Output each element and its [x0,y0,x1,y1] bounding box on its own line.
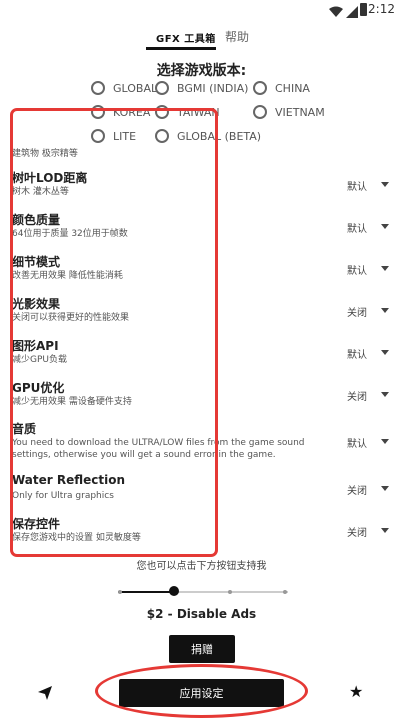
setting-value[interactable]: 关闭 [347,524,367,539]
radio-circle [91,105,105,119]
setting-graphics-api[interactable]: 图形API 减少GPU负载 默认 [0,337,403,377]
caret-down-icon[interactable] [381,308,389,313]
tab-indicator [146,47,216,50]
setting-desc: You need to download the ULTRA/LOW files… [12,438,305,460]
setting-title: 树叶LOD距离 [12,171,88,185]
setting-desc: 改善无用效果 降低性能消耗 [12,271,123,281]
radio-china[interactable]: CHINA [253,81,310,95]
radio-label: CHINA [275,81,310,95]
caret-down-icon[interactable] [381,350,389,355]
tab-gfx-tools[interactable]: GFX 工具箱 [156,30,216,45]
radio-label: BGMI (INDIA) [177,81,249,95]
price-label: $2 - Disable Ads [146,607,257,621]
radio-circle [155,129,169,143]
setting-value[interactable]: 默认 [347,220,367,235]
setting-desc: 树木 灌木丛等 [12,187,69,197]
setting-title: Water Reflection [12,473,126,487]
setting-title: GPU优化 [12,381,65,395]
setting-desc: Only for Ultra graphics [12,491,114,501]
radio-korea[interactable]: KOREA [91,105,150,119]
setting-title: 音质 [12,422,37,436]
setting-value[interactable]: 关闭 [347,304,367,319]
setting-value[interactable]: 关闭 [347,482,367,497]
setting-value[interactable]: 默认 [347,346,367,361]
radio-circle [91,129,105,143]
caret-down-icon[interactable] [381,528,389,533]
setting-desc: 关闭可以获得更好的性能效果 [12,313,130,323]
radio-lite[interactable]: LITE [91,129,136,143]
setting-title: 图形API [12,339,59,353]
version-section-title: 选择游戏版本: [156,63,247,79]
setting-title: 保存控件 [12,517,61,531]
radio-label: LITE [113,129,137,143]
status-time: 2:12 [368,2,395,16]
caret-down-icon[interactable] [381,392,389,397]
setting-water-reflection[interactable]: Water Reflection Only for Ultra graphics… [0,473,403,513]
slider-thumb[interactable] [169,586,179,596]
radio-global-beta[interactable]: GLOBAL (BETA) [155,129,261,143]
tab-help[interactable]: 帮助 [225,28,249,45]
setting-sound-quality[interactable]: 音质 You need to download the ULTRA/LOW fi… [0,420,403,466]
setting-color-quality[interactable]: 颜色质量 64位用于质量 32位用于帧数 默认 [0,211,403,251]
radio-vietnam[interactable]: VIETNAM [253,105,325,119]
slider-tick [228,590,232,594]
caret-down-icon[interactable] [381,224,389,229]
radio-label: GLOBAL (BETA) [177,129,262,143]
wifi-icon [329,3,343,22]
battery-icon [360,3,367,16]
radio-label: TAIWAN [177,105,220,119]
slider-fill [118,591,174,593]
radio-label: GLOBAL [113,81,158,95]
partial-setting-desc: 建筑物 极宗精等 [12,149,78,159]
setting-value[interactable]: 默认 [347,178,367,193]
radio-global[interactable]: GLOBAL [91,81,157,95]
setting-foliage-lod[interactable]: 树叶LOD距离 树木 灌木丛等 默认 [0,169,403,209]
caret-down-icon[interactable] [381,486,389,491]
setting-value[interactable]: 默认 [347,262,367,277]
send-icon[interactable] [38,685,52,704]
setting-desc: 保存您游戏中的设置 如灵敏度等 [12,533,141,543]
setting-title: 细节模式 [12,255,61,269]
caret-down-icon[interactable] [381,182,389,187]
donate-button[interactable]: 捐赠 [169,635,235,663]
radio-label: VIETNAM [275,105,325,119]
setting-gpu-optimization[interactable]: GPU优化 减少无用效果 需设备硬件支持 关闭 [0,379,403,419]
setting-title: 光影效果 [12,297,61,311]
setting-value[interactable]: 关闭 [347,388,367,403]
setting-shadows[interactable]: 光影效果 关闭可以获得更好的性能效果 关闭 [0,295,403,335]
support-text: 您也可以点击下方按钮支持我 [136,561,267,572]
signal-icon [346,3,358,22]
radio-label: KOREA [113,105,151,119]
setting-save-controls[interactable]: 保存控件 保存您游戏中的设置 如灵敏度等 关闭 [0,515,403,555]
apply-settings-button[interactable]: 应用设定 [119,679,284,707]
radio-bgmi-india[interactable]: BGMI (INDIA) [155,81,248,95]
slider-tick [283,590,287,594]
radio-circle [253,105,267,119]
setting-desc: 减少GPU负载 [12,355,67,365]
radio-circle [91,81,105,95]
star-icon[interactable]: ★ [349,684,363,700]
donation-slider[interactable] [118,584,288,600]
radio-circle [155,105,169,119]
radio-taiwan[interactable]: TAIWAN [155,105,220,119]
radio-circle [155,81,169,95]
setting-value[interactable]: 默认 [347,435,367,450]
setting-desc: 64位用于质量 32位用于帧数 [12,229,128,239]
setting-desc: 减少无用效果 需设备硬件支持 [12,397,132,407]
radio-circle [253,81,267,95]
caret-down-icon[interactable] [381,266,389,271]
setting-detail-mode[interactable]: 细节模式 改善无用效果 降低性能消耗 默认 [0,253,403,293]
setting-title: 颜色质量 [12,213,61,227]
slider-tick [118,590,122,594]
caret-down-icon[interactable] [381,439,389,444]
status-bar: 2:12 [0,0,403,20]
